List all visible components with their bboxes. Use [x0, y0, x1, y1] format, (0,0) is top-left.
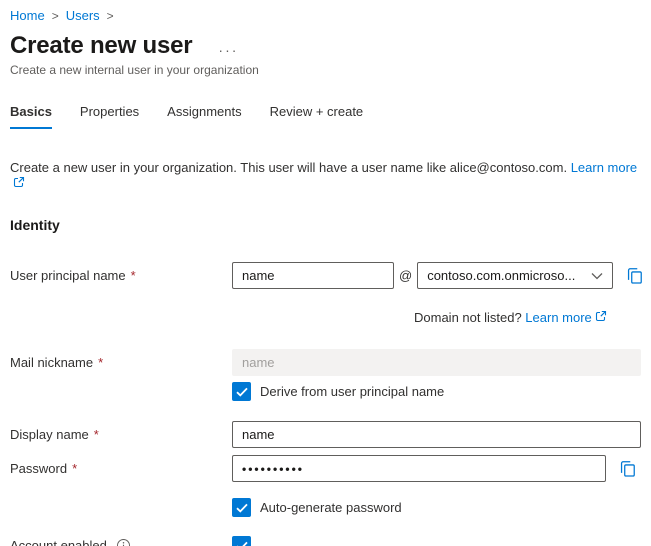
account-enabled-checkbox[interactable] — [232, 536, 251, 546]
at-symbol: @ — [399, 268, 412, 283]
upn-field: name @ contoso.com.onmicroso... — [232, 262, 644, 289]
info-icon[interactable] — [116, 538, 131, 546]
derive-checkbox-label: Derive from user principal name — [260, 384, 444, 399]
page-header: Create new user ··· — [10, 32, 641, 60]
intro-text: Create a new user in your organization. … — [10, 160, 641, 191]
domain-dropdown[interactable]: contoso.com.onmicroso... — [417, 262, 613, 289]
upn-label-text: User principal name — [10, 268, 126, 283]
display-name-label-text: Display name — [10, 427, 89, 442]
domain-hint-text: Domain not listed? — [414, 310, 522, 325]
mail-nickname-field: name — [232, 349, 641, 376]
tab-review-create[interactable]: Review + create — [270, 104, 364, 129]
intro-sentence: Create a new user in your organization. … — [10, 160, 567, 175]
derive-checkbox-row: Derive from user principal name — [232, 382, 641, 401]
autogen-checkbox-row: Auto-generate password — [232, 498, 641, 517]
account-enabled-label: Account enabled — [10, 538, 232, 546]
account-enabled-row: Account enabled — [10, 536, 641, 546]
mail-nickname-label: Mail nickname * — [10, 355, 232, 370]
required-marker: * — [98, 355, 103, 370]
domain-hint-row: Domain not listed? Learn more — [10, 310, 641, 325]
intro-learn-more-link[interactable]: Learn more — [571, 160, 637, 175]
upn-label: User principal name * — [10, 268, 232, 283]
external-link-icon — [13, 176, 25, 191]
breadcrumb-separator: > — [52, 9, 59, 23]
autogen-password-checkbox[interactable] — [232, 498, 251, 517]
mail-nickname-label-text: Mail nickname — [10, 355, 93, 370]
display-name-label: Display name * — [10, 427, 232, 442]
autogen-checkbox-label: Auto-generate password — [260, 500, 402, 515]
derive-checkbox[interactable] — [232, 382, 251, 401]
page-subtitle: Create a new internal user in your organ… — [10, 63, 641, 77]
breadcrumb: Home > Users > — [10, 8, 641, 23]
display-name-row: Display name * name — [10, 421, 641, 448]
breadcrumb-separator: > — [107, 9, 114, 23]
tab-assignments[interactable]: Assignments — [167, 104, 241, 129]
tab-properties[interactable]: Properties — [80, 104, 139, 129]
copy-upn-button[interactable] — [625, 266, 644, 285]
domain-dropdown-value: contoso.com.onmicroso... — [427, 268, 575, 283]
password-field: •••••••••• — [232, 455, 641, 482]
copy-password-button[interactable] — [618, 459, 637, 478]
domain-learn-more-link[interactable]: Learn more — [525, 310, 591, 325]
breadcrumb-home-link[interactable]: Home — [10, 8, 45, 23]
breadcrumb-users-link[interactable]: Users — [66, 8, 100, 23]
password-label-text: Password — [10, 461, 67, 476]
wizard-tabs: Basics Properties Assignments Review + c… — [10, 104, 641, 129]
password-label: Password * — [10, 461, 232, 476]
display-name-input[interactable]: name — [232, 421, 641, 448]
tab-basics[interactable]: Basics — [10, 104, 52, 129]
identity-section-title: Identity — [10, 217, 641, 233]
required-marker: * — [94, 427, 99, 442]
password-input[interactable]: •••••••••• — [232, 455, 606, 482]
upn-input[interactable]: name — [232, 262, 394, 289]
account-enabled-label-text: Account enabled — [10, 538, 107, 546]
create-user-page: Home > Users > Create new user ··· Creat… — [0, 0, 651, 546]
password-row: Password * •••••••••• — [10, 455, 641, 482]
required-marker: * — [131, 268, 136, 283]
account-enabled-field — [232, 536, 641, 546]
mail-nickname-row: Mail nickname * name — [10, 349, 641, 376]
display-name-field: name — [232, 421, 641, 448]
page-title: Create new user — [10, 32, 192, 60]
external-link-icon — [595, 310, 607, 325]
chevron-down-icon — [591, 268, 603, 283]
mail-nickname-input: name — [232, 349, 641, 376]
upn-row: User principal name * name @ contoso.com… — [10, 262, 641, 289]
more-menu-icon[interactable]: ··· — [218, 35, 238, 57]
required-marker: * — [72, 461, 77, 476]
